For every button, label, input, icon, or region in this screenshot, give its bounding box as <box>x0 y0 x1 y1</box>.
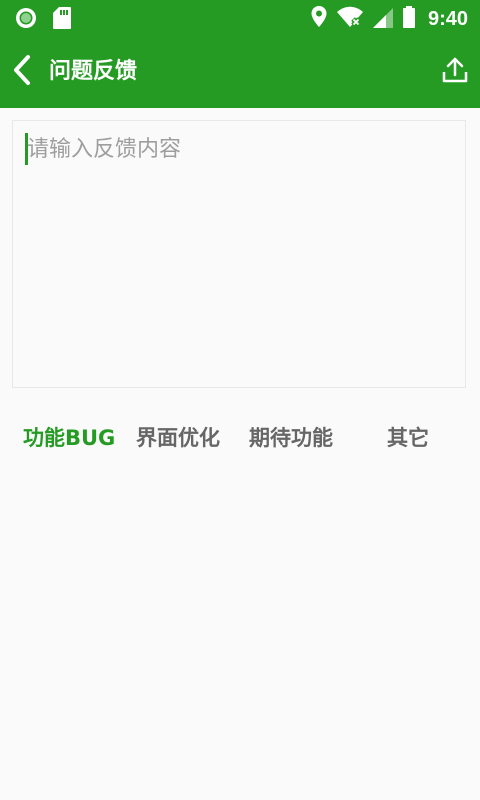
wifi-icon <box>336 5 364 33</box>
back-arrow-icon <box>12 54 32 90</box>
app-bar: 问题反馈 <box>0 36 480 108</box>
back-button[interactable] <box>8 54 36 90</box>
status-bar: 9:40 <box>0 0 480 36</box>
location-icon <box>310 5 328 33</box>
page-title: 问题反馈 <box>49 59 138 84</box>
cell-signal-icon <box>372 5 394 33</box>
feedback-placeholder: 请输入反馈内容 <box>27 137 182 162</box>
status-time: 9:40 <box>427 8 468 30</box>
share-upload-icon <box>442 56 468 88</box>
sd-card-icon <box>52 6 72 34</box>
battery-icon <box>402 5 416 33</box>
category-other[interactable]: 其它 <box>387 418 429 458</box>
share-button[interactable] <box>440 54 470 90</box>
feedback-input[interactable]: 请输入反馈内容 <box>12 120 466 388</box>
category-bug[interactable]: 功能BUG <box>23 418 115 458</box>
category-feature-request[interactable]: 期待功能 <box>249 418 333 458</box>
category-tabs: 功能BUG 界面优化 期待功能 其它 <box>0 418 480 458</box>
category-ui-optimization[interactable]: 界面优化 <box>136 418 220 458</box>
record-icon <box>14 6 38 34</box>
